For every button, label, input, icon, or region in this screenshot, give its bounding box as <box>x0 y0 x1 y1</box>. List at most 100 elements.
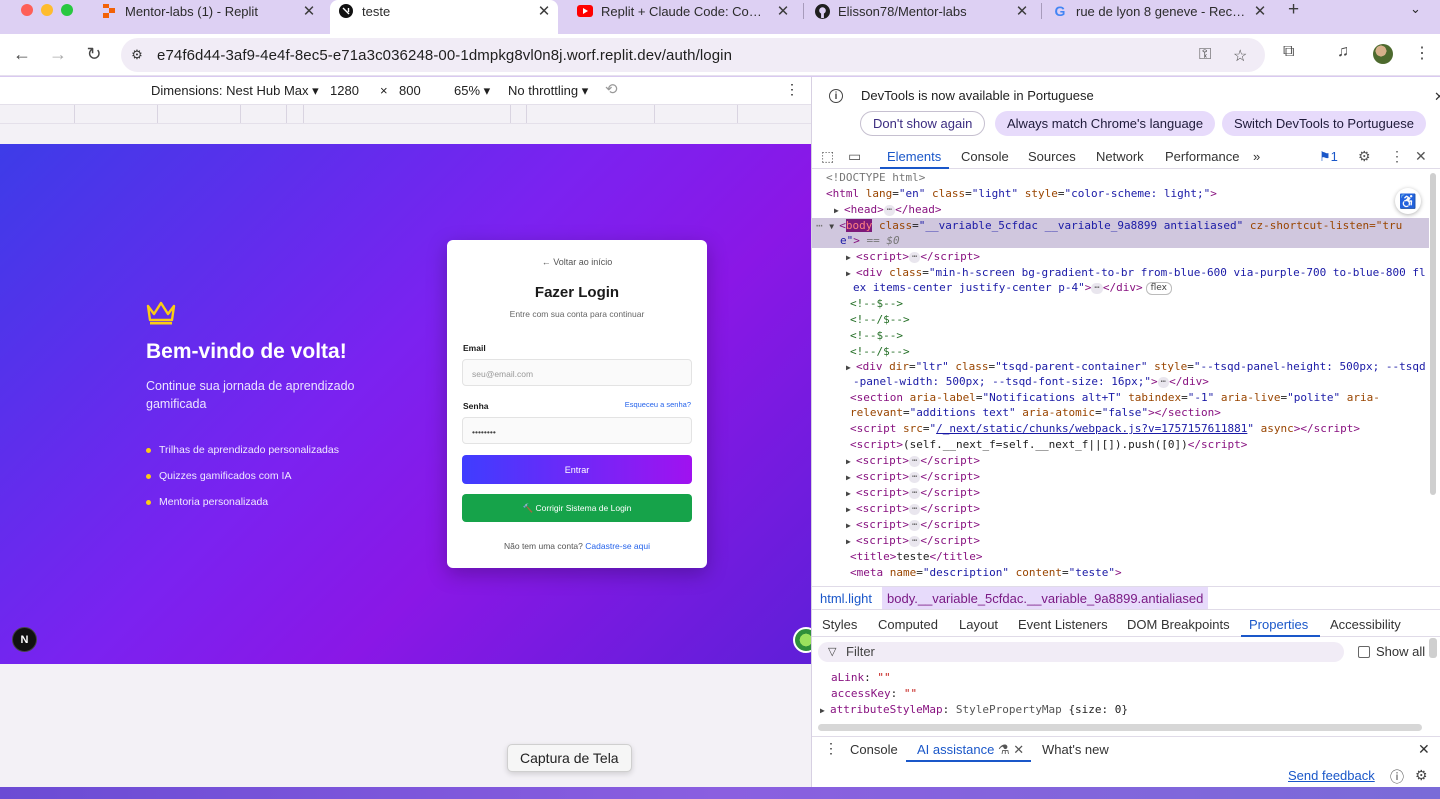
tsqd-div-node[interactable]: ▶ <div dir="ltr" class="tsqd-parent-conta… <box>846 359 1426 375</box>
device-toggle-icon[interactable]: ▭ <box>848 148 861 165</box>
media-query-ruler[interactable] <box>0 104 811 124</box>
inspect-element-icon[interactable]: ⬚ <box>821 148 834 165</box>
password-field[interactable]: •••••••• <box>462 417 692 444</box>
device-more-icon[interactable]: ⋮ <box>785 81 799 98</box>
dom-scrollbar[interactable] <box>1430 173 1436 495</box>
email-field[interactable]: seu@email.com <box>462 359 692 386</box>
profile-avatar[interactable] <box>1373 44 1393 64</box>
nextjs-dev-badge[interactable]: N <box>12 627 37 652</box>
section-node-cont[interactable]: relevant="additions text" aria-atomic="f… <box>850 405 1221 420</box>
section-node[interactable]: <section aria-label="Notifications alt+T… <box>850 390 1380 405</box>
zoom-dropdown[interactable]: 65% ▾ <box>454 83 490 99</box>
accessibility-tree-icon[interactable]: ♿ <box>1395 188 1421 214</box>
script-node[interactable]: ▶ <script> ⋯ </script> <box>846 453 980 469</box>
close-drawer-tab-icon[interactable]: ✕ <box>1013 742 1024 757</box>
tab-computed[interactable]: Computed <box>878 617 938 632</box>
drawer-tab-ai-assistance[interactable]: AI assistance ⚗ ✕ <box>917 742 1024 758</box>
script-node[interactable]: ▶ <script> ⋯ </script> <box>846 249 980 265</box>
tab-dom-breakpoints[interactable]: DOM Breakpoints <box>1127 617 1230 632</box>
dom-tree[interactable]: <!DOCTYPE html> <html lang="en" class="l… <box>812 170 1429 585</box>
tab-network[interactable]: Network <box>1096 149 1144 164</box>
comment-node[interactable]: <!--$--> <box>850 328 903 343</box>
site-info-icon[interactable]: ⚙ <box>129 47 145 63</box>
password-key-icon[interactable]: ⚿ <box>1199 46 1211 64</box>
script-node[interactable]: ▶ <script> ⋯ </script> <box>846 533 980 549</box>
drawer-menu-icon[interactable]: ⋮ <box>824 740 838 757</box>
inline-script-node[interactable]: <script>(self.__next_f=self.__next_f||[]… <box>850 437 1247 452</box>
bookmark-star-icon[interactable]: ☆ <box>1233 46 1247 66</box>
back-home-link[interactable]: ← Voltar ao início <box>447 257 707 267</box>
rotate-icon[interactable]: ⟲ <box>605 80 618 98</box>
title-node[interactable]: <title>teste</title> <box>850 549 982 564</box>
login-button[interactable]: Entrar <box>462 455 692 484</box>
checkbox-box[interactable] <box>1358 645 1370 658</box>
close-tab-icon[interactable]: ✕ <box>1252 2 1268 20</box>
switch-to-portuguese-button[interactable]: Switch DevTools to Portuguese <box>1222 111 1426 136</box>
tab-accessibility[interactable]: Accessibility <box>1330 617 1401 632</box>
signup-link[interactable]: Cadastre-se aqui <box>585 541 650 551</box>
script-node[interactable]: ▶ <script> ⋯ </script> <box>846 501 980 517</box>
close-window-button[interactable] <box>21 4 33 16</box>
div-node[interactable]: ▶ <div class="min-h-screen bg-gradient-to… <box>846 265 1426 281</box>
tab-google[interactable]: G rue de lyon 8 geneve - Reche ✕ <box>1052 0 1268 22</box>
forgot-password-link[interactable]: Esqueceu a senha? <box>625 400 691 409</box>
close-notice-icon[interactable]: ✕ <box>1434 89 1440 105</box>
breadcrumb-html[interactable]: html.light <box>820 591 872 606</box>
filter-input[interactable]: ▽ Filter <box>818 642 1344 662</box>
media-controls-icon[interactable]: ♫ <box>1337 43 1349 61</box>
settings-gear-icon[interactable]: ⚙ <box>1358 148 1371 165</box>
ai-settings-gear-icon[interactable]: ⚙ <box>1415 767 1428 784</box>
head-node[interactable]: ▶ <head> ⋯ </head> <box>834 202 942 218</box>
issues-counter[interactable]: ⚑1 <box>1319 149 1338 165</box>
width-input[interactable]: 1280 <box>330 83 359 98</box>
html-node[interactable]: <html lang="en" class="light" style="col… <box>826 186 1217 201</box>
drawer-tab-console[interactable]: Console <box>850 742 898 757</box>
tab-search-chevron-icon[interactable]: ⌄ <box>1410 1 1421 17</box>
comment-node[interactable]: <!--/$--> <box>850 312 910 327</box>
close-tab-icon[interactable]: ✕ <box>301 2 317 20</box>
webpack-script-node[interactable]: <script src="/_next/static/chunks/webpac… <box>850 421 1360 436</box>
tab-replit[interactable]: Mentor-labs (1) - Replit ✕ <box>101 0 317 22</box>
script-node[interactable]: ▶ <script> ⋯ </script> <box>846 485 980 501</box>
tab-performance[interactable]: Performance <box>1165 149 1239 164</box>
fix-login-button[interactable]: 🔨 Corrigir Sistema de Login <box>462 494 692 522</box>
script-src-link[interactable]: /_next/static/chunks/webpack.js?v=175715… <box>936 422 1247 435</box>
minimize-window-button[interactable] <box>41 4 53 16</box>
reload-button[interactable]: ↻ <box>82 42 106 66</box>
breadcrumb-body[interactable]: body.__variable_5cfdac.__variable_9a8899… <box>882 587 1209 609</box>
body-node-selected[interactable]: ⋯ ▼ <body class="__variable_5cfdac __vari… <box>812 218 1429 234</box>
tab-elements[interactable]: Elements <box>887 149 941 164</box>
devtools-menu-icon[interactable]: ⋮ <box>1390 148 1404 165</box>
script-node[interactable]: ▶ <script> ⋯ </script> <box>846 517 980 533</box>
tab-layout[interactable]: Layout <box>959 617 998 632</box>
tab-event-listeners[interactable]: Event Listeners <box>1018 617 1108 632</box>
close-tab-icon[interactable]: ✕ <box>1014 2 1030 20</box>
send-feedback-link[interactable]: Send feedback <box>1288 768 1375 783</box>
script-node[interactable]: ▶ <script> ⋯ </script> <box>846 469 980 485</box>
tab-console[interactable]: Console <box>961 149 1009 164</box>
help-icon[interactable]: ⓘ <box>1390 767 1404 787</box>
always-match-language-button[interactable]: Always match Chrome's language <box>995 111 1216 136</box>
tsqd-div-node-cont[interactable]: -panel-width: 500px; --tsqd-font-size: 1… <box>853 374 1209 389</box>
tab-properties[interactable]: Properties <box>1249 617 1308 632</box>
back-button[interactable]: ← <box>10 42 34 66</box>
horizontal-scrollbar[interactable] <box>818 724 1422 731</box>
close-tab-icon[interactable]: ✕ <box>775 2 791 20</box>
url-text[interactable]: e74f6d44-3af9-4e4f-8ec5-e71a3c036248-00-… <box>157 47 732 64</box>
dont-show-again-button[interactable]: Don't show again <box>860 111 986 136</box>
property-row[interactable]: ▶ attributeStyleMap: StylePropertyMap {si… <box>820 702 1128 718</box>
close-devtools-icon[interactable]: ✕ <box>1415 148 1427 165</box>
fullscreen-window-button[interactable] <box>61 4 73 16</box>
more-tabs-icon[interactable]: » <box>1253 149 1260 164</box>
tab-youtube[interactable]: Replit + Claude Code: Como u ✕ <box>577 0 791 22</box>
drawer-tab-whats-new[interactable]: What's new <box>1042 742 1109 757</box>
throttling-dropdown[interactable]: No throttling ▾ <box>508 83 588 99</box>
tab-github[interactable]: Elisson78/Mentor-labs ✕ <box>814 0 1030 22</box>
tab-styles[interactable]: Styles <box>822 617 857 632</box>
extensions-puzzle-icon[interactable]: ⧉ <box>1283 43 1294 61</box>
comment-node[interactable]: <!--$--> <box>850 296 903 311</box>
dimensions-dropdown[interactable]: Dimensions: Nest Hub Max ▾ <box>151 83 319 99</box>
properties-scrollbar[interactable] <box>1429 638 1437 658</box>
address-bar[interactable]: ⚙ e74f6d44-3af9-4e4f-8ec5-e71a3c036248-0… <box>121 38 1265 72</box>
tab-sources[interactable]: Sources <box>1028 149 1076 164</box>
